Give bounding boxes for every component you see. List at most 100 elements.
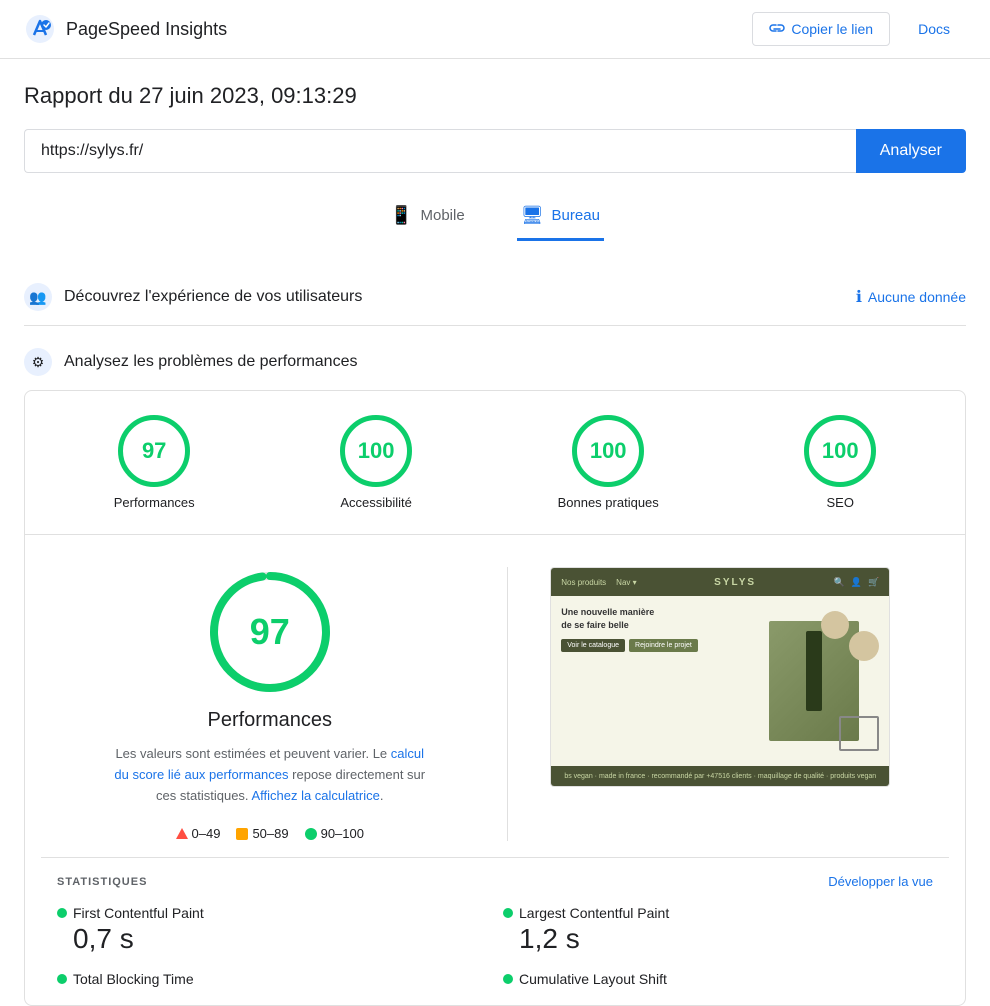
score-seo[interactable]: 100 SEO: [804, 415, 876, 510]
legend-dot-icon: [305, 828, 317, 840]
url-input[interactable]: [24, 129, 856, 173]
screenshot-nav-link-2: Nav ▾: [616, 578, 636, 587]
perf-description: Les valeurs sont estimées et peuvent var…: [110, 744, 430, 806]
stat-cls: Cumulative Layout Shift: [503, 971, 933, 989]
screenshot-text-block: Une nouvelle manièrede se faire belle Vo…: [561, 606, 749, 756]
logo-area: PageSpeed Insights: [24, 13, 227, 45]
score-performances[interactable]: 97 Performances: [114, 415, 195, 510]
info-icon: ℹ: [856, 287, 862, 307]
performance-analysis-banner: ⚙ Analysez les problèmes de performances: [24, 334, 966, 390]
score-value-bonnes-pratiques: 100: [590, 438, 627, 464]
score-label-seo: SEO: [827, 495, 854, 510]
score-circle-accessibilite: 100: [340, 415, 412, 487]
score-circle-seo: 100: [804, 415, 876, 487]
copy-link-label: Copier le lien: [791, 21, 873, 37]
performance-detail: 97 Performances Les valeurs sont estimée…: [41, 535, 949, 857]
header-actions: Copier le lien Docs: [752, 12, 966, 46]
stats-title: STATISTIQUES: [57, 876, 147, 888]
perf-desc-link2[interactable]: Affichez la calculatrice: [251, 788, 379, 803]
screenshot-footer: bs vegan · made in france · recommandé p…: [551, 766, 889, 786]
score-circle-performances: 97: [118, 415, 190, 487]
screenshot-nav-icons: 🔍 👤 🛒: [834, 577, 880, 588]
stat-fcp-dot: [57, 908, 67, 918]
docs-button[interactable]: Docs: [902, 13, 966, 45]
scores-card: 97 Performances 100 Accessibilité 100 Bo…: [24, 390, 966, 1006]
stat-tbt: Total Blocking Time: [57, 971, 487, 989]
stat-fcp-value: 0,7 s: [57, 923, 487, 955]
stat-fcp: First Contentful Paint 0,7 s: [57, 905, 487, 955]
header: PageSpeed Insights Copier le lien Docs: [0, 0, 990, 59]
perf-right: Nos produits Nav ▾ SYLYS 🔍 👤 🛒: [508, 567, 934, 841]
tab-bureau[interactable]: 🖥 Bureau: [517, 197, 604, 241]
tab-mobile[interactable]: 📱 Mobile: [386, 197, 469, 241]
score-label-accessibilite: Accessibilité: [340, 495, 412, 510]
score-value-seo: 100: [822, 438, 859, 464]
big-score-label: Performances: [208, 709, 333, 732]
tab-bureau-label: Bureau: [552, 207, 600, 224]
legend-orange-label: 50–89: [252, 826, 288, 841]
stat-tbt-header: Total Blocking Time: [57, 971, 487, 987]
perf-banner-left: ⚙ Analysez les problèmes de performances: [24, 348, 357, 376]
no-data-label: Aucune donnée: [868, 289, 966, 305]
legend-square-icon: [236, 828, 248, 840]
score-value-accessibilite: 100: [358, 438, 395, 464]
banner-left: 👥 Découvrez l'expérience de vos utilisat…: [24, 283, 362, 311]
legend-green-label: 90–100: [321, 826, 364, 841]
legend-orange: 50–89: [236, 826, 288, 841]
score-value-performances: 97: [142, 438, 166, 464]
score-accessibilite[interactable]: 100 Accessibilité: [340, 415, 412, 510]
pagespeed-logo: [24, 13, 56, 45]
legend-triangle-icon: [176, 828, 188, 839]
report-title: Rapport du 27 juin 2023, 09:13:29: [24, 83, 966, 109]
screenshot-headline: Une nouvelle manièrede se faire belle: [561, 606, 741, 631]
analyze-button[interactable]: Analyser: [856, 129, 966, 173]
legend-red: 0–49: [176, 826, 221, 841]
mobile-icon: 📱: [390, 205, 412, 226]
perf-desc-start: Les valeurs sont estimées et peuvent var…: [115, 746, 387, 761]
score-bonnes-pratiques[interactable]: 100 Bonnes pratiques: [558, 415, 659, 510]
stat-fcp-name: First Contentful Paint: [73, 905, 204, 921]
stat-lcp-value: 1,2 s: [503, 923, 933, 955]
screenshot-products: [749, 606, 879, 756]
stats-header: STATISTIQUES Développer la vue: [57, 874, 933, 889]
stat-fcp-header: First Contentful Paint: [57, 905, 487, 921]
screenshot-inner: Nos produits Nav ▾ SYLYS 🔍 👤 🛒: [551, 568, 889, 786]
app-title: PageSpeed Insights: [66, 19, 227, 40]
stat-lcp-name: Largest Contentful Paint: [519, 905, 669, 921]
screenshot-nav-links: Nos produits Nav ▾: [561, 578, 636, 587]
screenshot-cart-icon: 🛒: [868, 577, 879, 588]
screenshot-nav: Nos produits Nav ▾ SYLYS 🔍 👤 🛒: [551, 568, 889, 596]
stat-cls-dot: [503, 974, 513, 984]
perf-desc-end: .: [380, 788, 384, 803]
scores-row: 97 Performances 100 Accessibilité 100 Bo…: [41, 415, 949, 534]
expand-button[interactable]: Développer la vue: [828, 874, 933, 889]
stat-cls-name: Cumulative Layout Shift: [519, 971, 667, 987]
score-circle-bonnes-pratiques: 100: [572, 415, 644, 487]
screenshot-nav-brand: SYLYS: [714, 577, 756, 588]
stat-lcp-header: Largest Contentful Paint: [503, 905, 933, 921]
main-content: Rapport du 27 juin 2023, 09:13:29 Analys…: [0, 59, 990, 1006]
stat-cls-header: Cumulative Layout Shift: [503, 971, 933, 987]
screenshot-user-icon: 👤: [851, 577, 862, 588]
copy-link-button[interactable]: Copier le lien: [752, 12, 890, 46]
legend-green: 90–100: [305, 826, 364, 841]
screenshot-nav-link-1: Nos produits: [561, 578, 606, 587]
tabs-row: 📱 Mobile 🖥 Bureau: [24, 197, 966, 241]
perf-left: 97 Performances Les valeurs sont estimée…: [57, 567, 507, 841]
stats-section: STATISTIQUES Développer la vue First Con…: [41, 857, 949, 1005]
stat-tbt-name: Total Blocking Time: [73, 971, 194, 987]
user-experience-icon: 👥: [24, 283, 52, 311]
screenshot-footer-text: bs vegan · made in france · recommandé p…: [564, 773, 876, 780]
legend-row: 0–49 50–89 90–100: [176, 826, 364, 841]
score-label-bonnes-pratiques: Bonnes pratiques: [558, 495, 659, 510]
user-experience-banner: 👥 Découvrez l'expérience de vos utilisat…: [24, 269, 966, 326]
stat-lcp-dot: [503, 908, 513, 918]
big-score-circle: 97: [205, 567, 335, 697]
link-icon: [769, 21, 785, 37]
screenshot-basket: [839, 716, 879, 751]
stat-tbt-dot: [57, 974, 67, 984]
big-score-value: 97: [250, 611, 290, 653]
url-row: Analyser: [24, 129, 966, 173]
score-label-performances: Performances: [114, 495, 195, 510]
legend-red-label: 0–49: [192, 826, 221, 841]
